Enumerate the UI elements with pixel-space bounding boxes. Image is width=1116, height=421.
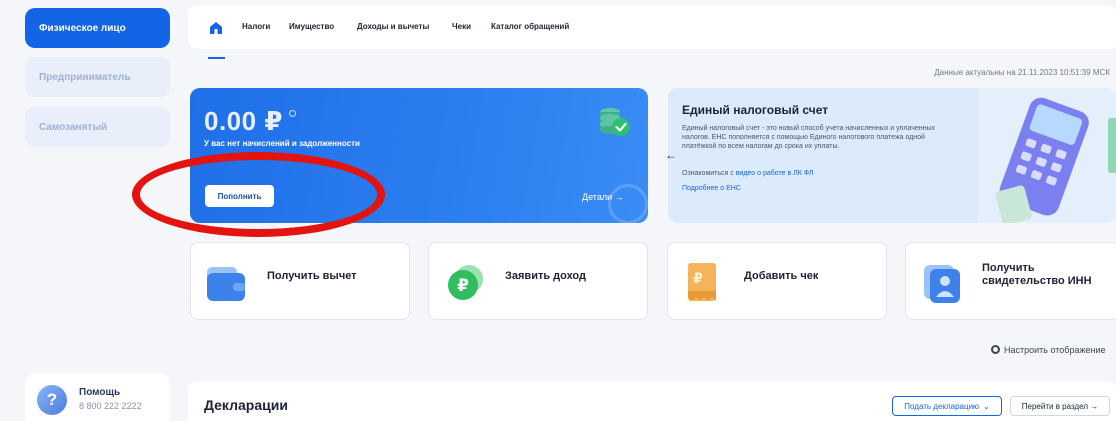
ens-banner: Единый налоговый счет Единый налоговый с… <box>668 88 1116 223</box>
payment-terminal-icon <box>978 88 1116 223</box>
balance-amount: 0.00 ₽ <box>204 106 283 136</box>
nav-tab-receipts[interactable]: Чеки <box>452 22 471 31</box>
tile-get-inn-certificate[interactable]: Получить свидетельство ИНН <box>905 242 1116 320</box>
tile-get-deduction[interactable]: Получить вычет <box>190 242 410 320</box>
svg-text:₽: ₽ <box>457 276 469 296</box>
balance-status: У вас нет начислений и задолженности <box>204 139 360 148</box>
ruble-watermark-icon <box>608 184 648 223</box>
tile-declare-income[interactable]: ₽ Заявить доход <box>428 242 648 320</box>
ens-video-line: Ознакомиться с видео о работе в ЛК ФЛ <box>682 170 813 177</box>
sidebar-item-entrepreneur[interactable]: Предприниматель <box>25 57 170 97</box>
sidebar-item-self-employed[interactable]: Самозанятый <box>25 107 170 147</box>
submit-declaration-label: Подать декларацию <box>904 401 980 411</box>
go-to-section-button[interactable]: Перейти в раздел → <box>1010 396 1110 416</box>
help-title: Помощь <box>79 387 121 398</box>
active-tab-indicator <box>208 57 225 59</box>
nav-tab-income-deductions[interactable]: Доходы и вычеты <box>357 22 429 31</box>
help-phone: 8 800 222 2222 <box>79 401 142 411</box>
customize-display-link[interactable]: Настроить отображение <box>991 345 1106 355</box>
help-panel[interactable]: ? Помощь 8 800 222 2222 <box>25 373 170 421</box>
ens-video-link[interactable]: видео о работе в ЛК ФЛ <box>736 170 814 177</box>
declarations-title: Декларации <box>204 397 288 413</box>
sidebar-item-individual[interactable]: Физическое лицо <box>25 8 170 48</box>
top-nav: Налоги Имущество Доходы и вычеты Чеки Ка… <box>188 5 1116 49</box>
ens-more-link[interactable]: Подробнее о ЕНС <box>682 185 741 192</box>
nav-tab-property[interactable]: Имущество <box>289 22 334 31</box>
submit-declaration-dropdown[interactable]: Подать декларацию ⌄ <box>892 396 1002 416</box>
home-icon[interactable] <box>209 21 223 35</box>
id-card-icon <box>924 265 960 303</box>
highlight-annotation-ellipse <box>132 152 385 237</box>
coins-check-icon <box>600 108 630 136</box>
tile-label: Получить свидетельство ИНН <box>982 262 1092 287</box>
tile-label: Заявить доход <box>505 270 586 282</box>
wallet-icon <box>207 267 245 301</box>
carousel-prev-arrow[interactable]: ← <box>665 148 677 162</box>
nav-tab-taxes[interactable]: Налоги <box>242 22 270 31</box>
receipt-icon: ₽ <box>688 263 716 301</box>
info-icon[interactable] <box>289 110 296 117</box>
question-icon: ? <box>37 381 74 415</box>
ens-title: Единый налоговый счет <box>682 103 829 117</box>
svg-text:₽: ₽ <box>693 271 703 287</box>
tile-label: Добавить чек <box>744 270 819 282</box>
tile-label: Получить вычет <box>267 270 357 282</box>
customize-display-label: Настроить отображение <box>1004 345 1106 355</box>
data-actual-timestamp: Данные актуальны на 21.11.2023 10:51:39 … <box>934 68 1110 77</box>
gear-icon <box>991 345 1000 354</box>
declarations-section: Декларации Подать декларацию ⌄ Перейти в … <box>188 381 1116 421</box>
nav-tab-request-catalog[interactable]: Каталог обращений <box>491 22 569 31</box>
ruble-coin-icon: ₽ <box>448 265 483 300</box>
ens-video-prefix: Ознакомиться с <box>682 170 736 177</box>
ens-description: Единый налоговый счет - это новый способ… <box>682 125 936 150</box>
chevron-down-icon: ⌄ <box>983 401 990 411</box>
tile-add-receipt[interactable]: ₽ Добавить чек <box>667 242 887 320</box>
details-link[interactable]: Детали → <box>582 192 624 202</box>
